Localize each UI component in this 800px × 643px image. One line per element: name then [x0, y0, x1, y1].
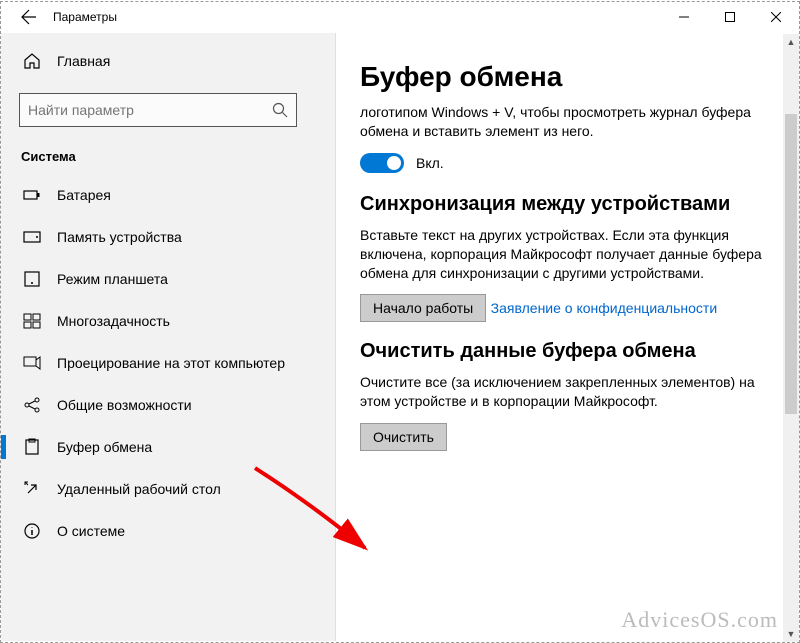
multitasking-icon: [23, 312, 41, 330]
history-toggle-label: Вкл.: [416, 155, 444, 171]
back-button[interactable]: [9, 1, 49, 33]
home-icon: [23, 52, 41, 70]
tablet-icon: [23, 270, 41, 288]
scroll-up-icon[interactable]: ▲: [783, 34, 799, 50]
page-title: Буфер обмена: [360, 61, 775, 93]
privacy-link[interactable]: Заявление о конфиденциальности: [491, 300, 717, 316]
close-icon: [771, 12, 781, 22]
sidebar-item-shared[interactable]: Общие возможности: [1, 384, 335, 426]
sidebar-section-label: Система: [1, 131, 335, 174]
scrollbar[interactable]: ▲ ▼: [783, 34, 799, 642]
sidebar: Главная Система Батарея Память устройств…: [1, 33, 336, 641]
minimize-button[interactable]: [661, 1, 707, 33]
storage-icon: [23, 228, 41, 246]
sidebar-item-multitasking[interactable]: Многозадачность: [1, 300, 335, 342]
sidebar-item-battery[interactable]: Батарея: [1, 174, 335, 216]
clear-button[interactable]: Очистить: [360, 423, 447, 451]
project-icon: [23, 354, 41, 372]
nav-label: Батарея: [57, 187, 111, 203]
scroll-thumb[interactable]: [785, 114, 797, 414]
nav-label: Проецирование на этот компьютер: [57, 355, 285, 371]
sync-description: Вставьте текст на других устройствах. Ес…: [360, 226, 775, 283]
sidebar-item-about[interactable]: О системе: [1, 510, 335, 552]
shared-icon: [23, 396, 41, 414]
sync-heading: Синхронизация между устройствами: [360, 193, 775, 216]
main-content: Буфер обмена логотипом Windows + V, чтоб…: [336, 33, 799, 641]
history-toggle[interactable]: [360, 153, 404, 173]
nav-label: О системе: [57, 523, 125, 539]
maximize-icon: [725, 12, 735, 22]
nav-label: Общие возможности: [57, 397, 192, 413]
maximize-button[interactable]: [707, 1, 753, 33]
sidebar-item-projecting[interactable]: Проецирование на этот компьютер: [1, 342, 335, 384]
window-title: Параметры: [49, 10, 117, 24]
clear-heading: Очистить данные буфера обмена: [360, 340, 775, 363]
nav-label: Удаленный рабочий стол: [57, 481, 221, 497]
nav-label: Режим планшета: [57, 271, 168, 287]
sidebar-item-remote-desktop[interactable]: Удаленный рабочий стол: [1, 468, 335, 510]
clipboard-icon: [23, 438, 41, 456]
sync-start-button[interactable]: Начало работы: [360, 294, 486, 322]
search-input[interactable]: [28, 102, 272, 118]
nav-label: Буфер обмена: [57, 439, 152, 455]
search-icon: [272, 102, 288, 118]
close-button[interactable]: [753, 1, 799, 33]
remote-desktop-icon: [23, 480, 41, 498]
nav-label: Многозадачность: [57, 313, 170, 329]
sidebar-item-clipboard[interactable]: Буфер обмена: [1, 426, 335, 468]
minimize-icon: [679, 12, 689, 22]
info-icon: [23, 522, 41, 540]
nav-label: Память устройства: [57, 229, 182, 245]
sidebar-home-label: Главная: [57, 53, 110, 69]
sidebar-item-storage[interactable]: Память устройства: [1, 216, 335, 258]
clear-description: Очистите все (за исключением закрепленны…: [360, 373, 775, 411]
search-box[interactable]: [19, 93, 297, 127]
history-description: логотипом Windows + V, чтобы просмотреть…: [360, 103, 775, 141]
arrow-left-icon: [21, 9, 37, 25]
sidebar-item-tablet[interactable]: Режим планшета: [1, 258, 335, 300]
scroll-down-icon[interactable]: ▼: [783, 626, 799, 642]
battery-icon: [23, 186, 41, 204]
sidebar-home[interactable]: Главная: [1, 41, 335, 81]
